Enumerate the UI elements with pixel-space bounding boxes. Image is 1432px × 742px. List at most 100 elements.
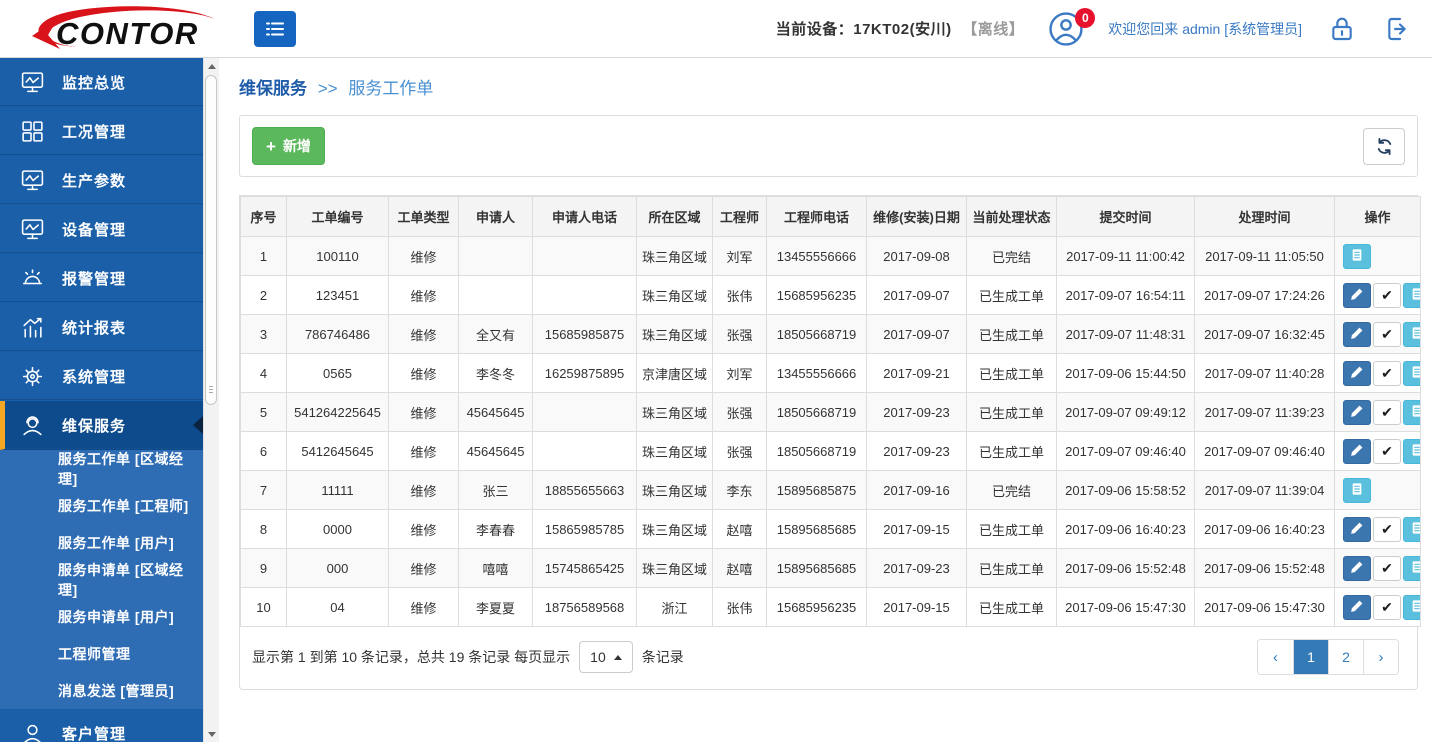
edit-button[interactable] bbox=[1343, 439, 1371, 464]
next-page-button[interactable]: › bbox=[1363, 640, 1398, 674]
list-icon bbox=[1409, 325, 1421, 344]
cell-applicant: 45645645 bbox=[459, 393, 533, 432]
complete-button[interactable]: ✔ bbox=[1373, 439, 1401, 464]
cell-engineer_phone: 18505668719 bbox=[767, 432, 867, 471]
sidebar-submenu: 服务工作单 [区域经理]服务工作单 [工程师]服务工作单 [用户]服务申请单 [… bbox=[0, 450, 203, 709]
cell-applicant: 全又有 bbox=[459, 315, 533, 354]
refresh-button[interactable] bbox=[1363, 128, 1405, 165]
view-button[interactable] bbox=[1343, 244, 1371, 269]
cell-region: 珠三角区域 bbox=[637, 432, 713, 471]
sidebar-item-production-params[interactable]: 生产参数 bbox=[0, 156, 203, 205]
sidebar-subitem[interactable]: 服务工作单 [工程师] bbox=[0, 487, 203, 524]
gear-icon bbox=[20, 364, 45, 389]
edit-button[interactable] bbox=[1343, 283, 1371, 308]
edit-button[interactable] bbox=[1343, 400, 1371, 425]
view-button[interactable] bbox=[1403, 283, 1421, 308]
complete-button[interactable]: ✔ bbox=[1373, 361, 1401, 386]
complete-button[interactable]: ✔ bbox=[1373, 322, 1401, 347]
cell-actions: ✔ bbox=[1335, 549, 1421, 588]
lock-screen-button[interactable] bbox=[1326, 13, 1358, 45]
breadcrumb-parent[interactable]: 维保服务 bbox=[239, 79, 307, 98]
view-button[interactable] bbox=[1403, 556, 1421, 581]
column-header: 申请人 bbox=[459, 197, 533, 237]
sidebar-item-monitor-overview[interactable]: 监控总览 bbox=[0, 58, 203, 107]
cell-applicant: 张三 bbox=[459, 471, 533, 510]
complete-button[interactable]: ✔ bbox=[1373, 556, 1401, 581]
cell-status: 已生成工单 bbox=[967, 510, 1057, 549]
view-button[interactable] bbox=[1403, 361, 1421, 386]
sidebar-scrollbar[interactable] bbox=[203, 58, 219, 742]
view-button[interactable] bbox=[1403, 322, 1421, 347]
sidebar-item-customer-mgmt[interactable]: 客户管理 bbox=[0, 709, 203, 742]
cell-repair_date: 2017-09-08 bbox=[867, 237, 967, 276]
cell-submit_time: 2017-09-06 15:58:52 bbox=[1057, 471, 1195, 510]
cell-region: 珠三角区域 bbox=[637, 471, 713, 510]
prev-page-button[interactable]: ‹ bbox=[1258, 640, 1293, 674]
scrollbar-thumb[interactable] bbox=[205, 75, 217, 405]
logout-button[interactable] bbox=[1382, 13, 1414, 45]
edit-button[interactable] bbox=[1343, 595, 1371, 620]
cell-region: 浙江 bbox=[637, 588, 713, 627]
cell-status: 已完结 bbox=[967, 471, 1057, 510]
complete-button[interactable]: ✔ bbox=[1373, 400, 1401, 425]
cell-type: 维修 bbox=[389, 276, 459, 315]
cell-applicant_phone: 15685985875 bbox=[533, 315, 637, 354]
cell-submit_time: 2017-09-07 16:54:11 bbox=[1057, 276, 1195, 315]
sidebar-item-condition-mgmt[interactable]: 工况管理 bbox=[0, 107, 203, 156]
view-button[interactable] bbox=[1403, 517, 1421, 542]
scroll-down-button[interactable] bbox=[204, 726, 219, 742]
cell-engineer: 张伟 bbox=[713, 276, 767, 315]
table-header-row: 序号工单编号工单类型申请人申请人电话所在区域工程师工程师电话维修(安装)日期当前… bbox=[241, 197, 1421, 237]
cell-process_time: 2017-09-07 11:40:28 bbox=[1195, 354, 1335, 393]
hamburger-icon bbox=[265, 20, 285, 38]
sidebar-subitem[interactable]: 服务工作单 [区域经理] bbox=[0, 450, 203, 487]
device-label: 当前设备： bbox=[776, 21, 854, 38]
triangle-up-icon bbox=[208, 64, 216, 69]
cell-submit_time: 2017-09-06 16:40:23 bbox=[1057, 510, 1195, 549]
sidebar-subitem[interactable]: 消息发送 [管理员] bbox=[0, 672, 203, 709]
sidebar: 监控总览工况管理生产参数设备管理报警管理统计报表系统管理维保服务服务工作单 [区… bbox=[0, 58, 203, 742]
view-button[interactable] bbox=[1403, 400, 1421, 425]
sidebar-subitem[interactable]: 服务申请单 [区域经理] bbox=[0, 561, 203, 598]
cell-type: 维修 bbox=[389, 471, 459, 510]
cell-seq: 9 bbox=[241, 549, 287, 588]
view-button[interactable] bbox=[1403, 439, 1421, 464]
sidebar-item-maintenance-service[interactable]: 维保服务 bbox=[0, 401, 203, 450]
sidebar-subitem[interactable]: 服务工作单 [用户] bbox=[0, 524, 203, 561]
page-button-1[interactable]: 1 bbox=[1293, 640, 1328, 674]
sidebar-subitem[interactable]: 服务申请单 [用户] bbox=[0, 598, 203, 635]
edit-button[interactable] bbox=[1343, 361, 1371, 386]
column-header: 工程师 bbox=[713, 197, 767, 237]
edit-button[interactable] bbox=[1343, 322, 1371, 347]
scroll-up-button[interactable] bbox=[204, 58, 219, 74]
table-row: 80000维修李春春15865985785珠三角区域赵嘻158956856852… bbox=[241, 510, 1421, 549]
sidebar-toggle-button[interactable] bbox=[254, 11, 296, 47]
logo-text: CONTOR bbox=[56, 16, 199, 51]
view-button[interactable] bbox=[1403, 595, 1421, 620]
view-button[interactable] bbox=[1343, 478, 1371, 503]
pagination-info-suffix: 条记录 bbox=[642, 647, 684, 667]
breadcrumb: 维保服务 >> 服务工作单 bbox=[239, 74, 1418, 99]
sidebar-subitem[interactable]: 工程师管理 bbox=[0, 635, 203, 672]
complete-button[interactable]: ✔ bbox=[1373, 595, 1401, 620]
list-icon bbox=[1349, 247, 1365, 266]
list-icon bbox=[1349, 481, 1365, 500]
welcome-message[interactable]: 欢迎您回来 admin [系统管理员] bbox=[1108, 19, 1302, 39]
cell-repair_date: 2017-09-23 bbox=[867, 432, 967, 471]
cell-region: 珠三角区域 bbox=[637, 237, 713, 276]
list-icon bbox=[1409, 520, 1421, 539]
complete-button[interactable]: ✔ bbox=[1373, 283, 1401, 308]
page-button-2[interactable]: 2 bbox=[1328, 640, 1363, 674]
page-size-select[interactable]: 10 bbox=[579, 641, 633, 673]
notifications-button[interactable]: 0 bbox=[1048, 11, 1084, 47]
sidebar-item-alarm-mgmt[interactable]: 报警管理 bbox=[0, 254, 203, 303]
edit-button[interactable] bbox=[1343, 517, 1371, 542]
cell-type: 维修 bbox=[389, 549, 459, 588]
sidebar-item-report-stats[interactable]: 统计报表 bbox=[0, 303, 203, 352]
complete-button[interactable]: ✔ bbox=[1373, 517, 1401, 542]
edit-button[interactable] bbox=[1343, 556, 1371, 581]
sidebar-item-system-mgmt[interactable]: 系统管理 bbox=[0, 352, 203, 401]
add-button[interactable]: + 新增 bbox=[252, 127, 325, 165]
sidebar-item-device-mgmt[interactable]: 设备管理 bbox=[0, 205, 203, 254]
column-header: 工程师电话 bbox=[767, 197, 867, 237]
